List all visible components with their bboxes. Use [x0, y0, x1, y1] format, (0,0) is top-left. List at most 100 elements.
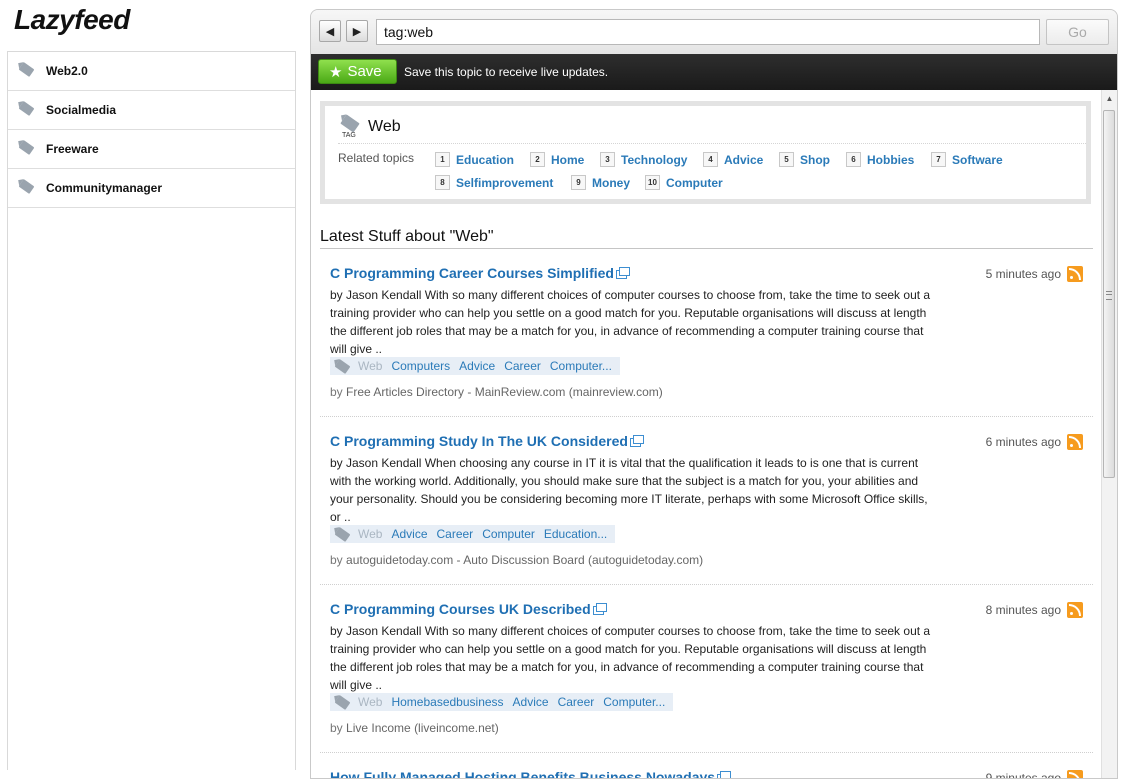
article-time: 8 minutes ago — [985, 603, 1061, 617]
article-body: by Jason Kendall When choosing any cours… — [330, 456, 928, 524]
article-source-name: Free Articles Directory - MainReview.com… — [346, 385, 663, 399]
related-topic-label: Money — [592, 175, 631, 190]
article-title-link[interactable]: How Fully Managed Hosting Benefits Busin… — [330, 769, 732, 779]
tag-link[interactable]: Career — [504, 359, 541, 373]
topic-title: Web — [368, 118, 401, 135]
external-link-icon[interactable] — [592, 603, 607, 615]
sidebar-item-label: Socialmedia — [46, 103, 117, 117]
tag-link[interactable]: Computers — [391, 359, 450, 373]
tag-icon — [334, 359, 352, 374]
rss-icon[interactable] — [1067, 434, 1083, 450]
sidebar-item-label: Web2.0 — [46, 64, 88, 78]
article-title: C Programming Courses UK Described — [330, 601, 591, 617]
sidebar-item-freeware[interactable]: Freeware — [8, 130, 295, 169]
scrollbar-thumb[interactable] — [1103, 110, 1115, 478]
article-source: by Live Income (liveincome.net) — [330, 721, 499, 735]
article-title: How Fully Managed Hosting Benefits Busin… — [330, 769, 716, 779]
related-topic-software[interactable]: 7 Software — [931, 152, 1003, 167]
article-source-name: autoguidetoday.com - Auto Discussion Boa… — [346, 553, 704, 567]
related-topic-shop[interactable]: 5 Shop — [779, 152, 830, 167]
save-button-label: Save — [347, 63, 382, 80]
latest-heading: Latest Stuff about "Web" — [320, 228, 494, 245]
article-source: by Free Articles Directory - MainReview.… — [330, 385, 663, 399]
related-topic-number: 8 — [435, 175, 450, 190]
save-bar: ★ Save Save this topic to receive live u… — [311, 54, 1117, 90]
related-topic-number: 1 — [435, 152, 450, 167]
tag-link[interactable]: Computer... — [550, 359, 612, 373]
tag-icon — [18, 140, 42, 157]
article-title-link[interactable]: C Programming Courses UK Described — [330, 601, 607, 617]
related-topic-home[interactable]: 2 Home — [530, 152, 584, 167]
divider — [320, 584, 1093, 585]
tag-icon — [18, 62, 42, 79]
external-link-icon[interactable] — [717, 771, 732, 778]
tag-icon — [18, 179, 42, 196]
sidebar-item-web2-0[interactable]: Web2.0 — [8, 52, 295, 91]
related-topics-label: Related topics — [338, 151, 415, 165]
related-topic-selfimprovement[interactable]: 8 Selfimprovement — [435, 175, 553, 190]
back-button[interactable]: ◀ — [319, 20, 341, 42]
tag-link[interactable]: Computer — [482, 527, 535, 541]
forward-button[interactable]: ▶ — [346, 20, 368, 42]
tag-icon — [334, 695, 352, 710]
external-link-icon[interactable] — [615, 267, 630, 279]
save-button[interactable]: ★ Save — [318, 59, 397, 84]
divider — [320, 416, 1093, 417]
related-topic-label: Home — [551, 152, 585, 167]
article-title-link[interactable]: C Programming Study In The UK Considered — [330, 433, 644, 449]
external-link-icon[interactable] — [629, 435, 644, 447]
related-topic-money[interactable]: 9 Money — [571, 175, 630, 190]
tag-link[interactable]: Career — [558, 695, 595, 709]
address-input[interactable]: tag:web — [376, 19, 1040, 45]
go-button[interactable]: Go — [1046, 19, 1109, 45]
related-topic-advice[interactable]: 4 Advice — [703, 152, 763, 167]
related-topic-number: 10 — [645, 175, 660, 190]
article-source-prefix: by — [330, 385, 343, 399]
article-body: by Jason Kendall With so many different … — [330, 624, 931, 692]
article-time: 5 minutes ago — [985, 267, 1061, 281]
tag-link[interactable]: Advice — [459, 359, 495, 373]
rss-icon[interactable] — [1067, 602, 1083, 618]
related-topic-number: 5 — [779, 152, 794, 167]
related-topic-label: Software — [952, 152, 1003, 167]
divider — [338, 143, 1086, 144]
article-tags: Web Advice Career Computer Education... — [330, 525, 616, 543]
tag-link[interactable]: Education... — [544, 527, 607, 541]
related-topic-label: Shop — [800, 152, 830, 167]
sidebar-item-label: Freeware — [46, 142, 99, 156]
related-topic-education[interactable]: 1 Education — [435, 152, 514, 167]
related-topic-hobbies[interactable]: 6 Hobbies — [846, 152, 914, 167]
tag-link[interactable]: Advice — [513, 695, 549, 709]
tag-link[interactable]: Advice — [391, 527, 427, 541]
tag-link[interactable]: Homebasedbusiness — [391, 695, 503, 709]
article-title-link[interactable]: C Programming Career Courses Simplified — [330, 265, 630, 281]
related-topic-computer[interactable]: 10 Computer — [645, 175, 723, 190]
article-source-prefix: by — [330, 721, 343, 735]
forward-arrow-icon: ▶ — [352, 25, 362, 38]
tag-link[interactable]: Career — [437, 527, 474, 541]
save-message: Save this topic to receive live updates. — [404, 65, 609, 79]
rss-icon[interactable] — [1067, 266, 1083, 282]
current-tag: Web — [358, 695, 383, 709]
scrollbar[interactable]: ▲ — [1101, 90, 1117, 778]
related-topic-number: 9 — [571, 175, 586, 190]
tag-icon-label: TAG — [342, 132, 356, 139]
related-topic-technology[interactable]: 3 Technology — [600, 152, 687, 167]
article-tags: Web Homebasedbusiness Advice Career Comp… — [330, 693, 674, 711]
browser-toolbar: ◀ ▶ tag:web Go — [311, 10, 1117, 54]
related-topic-number: 6 — [846, 152, 861, 167]
tag-icon: TAG — [338, 114, 362, 141]
app-logo[interactable]: Lazyfeed — [14, 4, 130, 36]
related-topic-number: 2 — [530, 152, 545, 167]
sidebar-item-socialmedia[interactable]: Socialmedia — [8, 91, 295, 130]
scroll-grip-icon — [1106, 291, 1112, 300]
article-time: 6 minutes ago — [985, 435, 1061, 449]
back-arrow-icon: ◀ — [325, 25, 335, 38]
rss-icon[interactable] — [1067, 770, 1083, 778]
scroll-up-arrow-icon[interactable]: ▲ — [1102, 92, 1117, 106]
article-body: by Jason Kendall With so many different … — [330, 288, 931, 356]
related-topic-number: 4 — [703, 152, 718, 167]
sidebar-item-communitymanager[interactable]: Communitymanager — [8, 169, 295, 208]
related-topic-label: Technology — [621, 152, 688, 167]
tag-link[interactable]: Computer... — [603, 695, 665, 709]
